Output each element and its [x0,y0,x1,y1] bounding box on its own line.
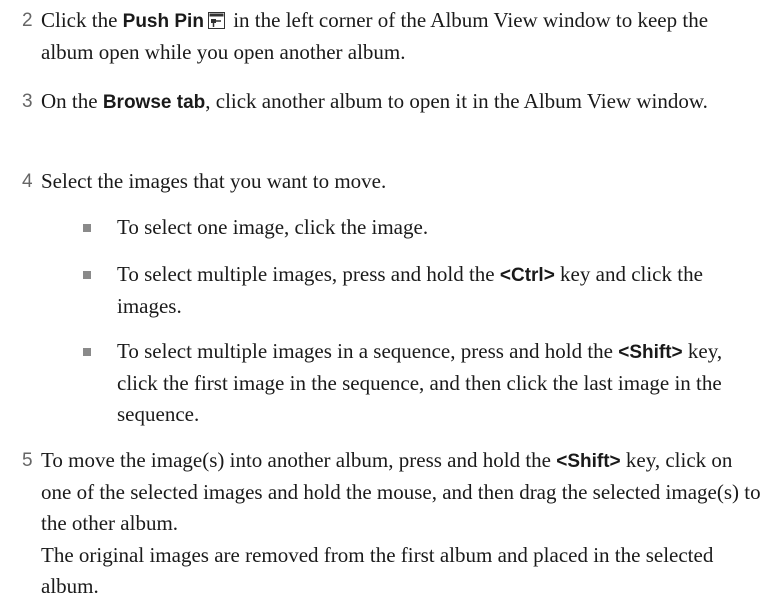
result-paragraph: The original images are removed from the… [41,543,714,598]
ui-label-browse-tab: Browse tab [102,92,206,113]
bullet-marker [83,224,91,232]
key-shift: <Shift> [618,342,683,363]
bullet-text: To select multiple images in a sequence,… [117,339,723,426]
step-2: 2 Click the Push Pin in the left corner … [0,5,768,68]
step-number: 5 [22,450,33,471]
bullet-text: To select multiple images, press and hol… [117,262,703,318]
bullet-item: To select multiple images in a sequence,… [0,336,768,430]
ui-label-push-pin: Push Pin [122,11,204,32]
step-3: 3 On the Browse tab, click another album… [0,86,768,118]
step-number: 2 [22,10,33,31]
bullet-marker [83,348,91,356]
bullet-marker [83,271,91,279]
step-text: On the Browse tab, click another album t… [41,89,708,113]
bullet-item: To select one image, click the image. [0,212,768,243]
step-text: Click the Push Pin in the left corner of… [41,8,709,64]
step-5: 5 To move the image(s) into another albu… [0,445,768,539]
step-text: To move the image(s) into another album,… [41,448,761,535]
key-ctrl: <Ctrl> [499,265,555,286]
push-pin-icon [207,12,225,29]
step-number: 3 [22,91,33,112]
bullet-item: To select multiple images, press and hol… [0,259,768,322]
step-4: 4 Select the images that you want to mov… [0,166,768,197]
step-number: 4 [22,171,33,192]
step-text: Select the images that you want to move. [41,169,387,193]
document-page: 2 Click the Push Pin in the left corner … [0,0,768,603]
bullet-text: To select one image, click the image. [117,215,429,239]
key-shift: <Shift> [556,451,621,472]
